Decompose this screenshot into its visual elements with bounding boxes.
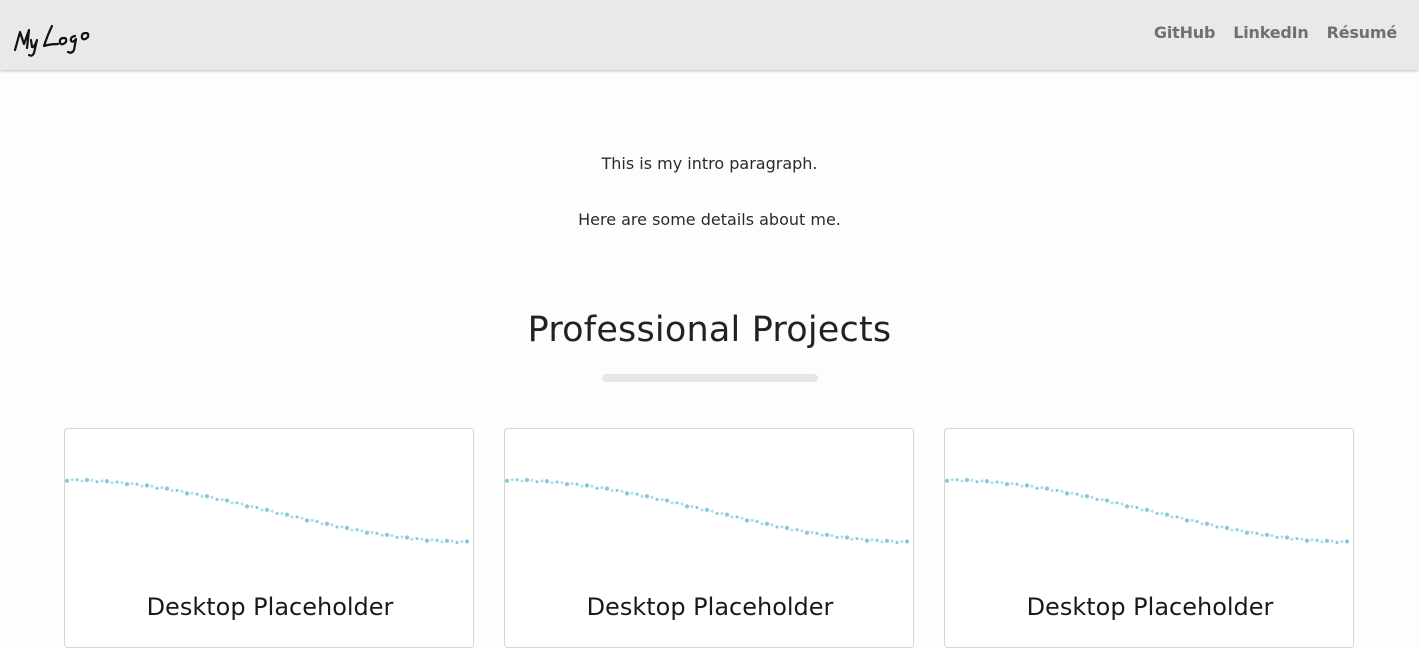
projects-title: Professional Projects [527,310,892,350]
wave-image [945,477,1350,545]
card-title: Desktop Placeholder [146,593,394,621]
nav-links: GitHub LinkedIn Résumé [1154,23,1397,42]
wave-image [65,477,470,545]
project-card[interactable]: Desktop Placeholder [64,428,474,648]
nav-link-resume[interactable]: Résumé [1327,23,1398,42]
logo[interactable] [12,20,107,58]
project-card[interactable]: Desktop Placeholder [944,428,1354,648]
project-card[interactable]: Desktop Placeholder [504,428,914,648]
wave-image [505,477,910,545]
card-title: Desktop Placeholder [1026,593,1274,621]
navbar: GitHub LinkedIn Résumé [0,0,1419,70]
card-title: Desktop Placeholder [586,593,834,621]
intro-section: This is my intro paragraph. Here are som… [0,153,1419,265]
logo-signature [13,24,90,57]
nav-link-linkedin[interactable]: LinkedIn [1233,23,1309,42]
project-cards: Desktop Placeholder Desktop Placeholder … [0,428,1419,648]
nav-link-github[interactable]: GitHub [1154,23,1216,42]
intro-paragraph: This is my intro paragraph. [601,154,818,173]
section-divider [602,374,818,382]
details-paragraph: Here are some details about me. [578,210,841,229]
